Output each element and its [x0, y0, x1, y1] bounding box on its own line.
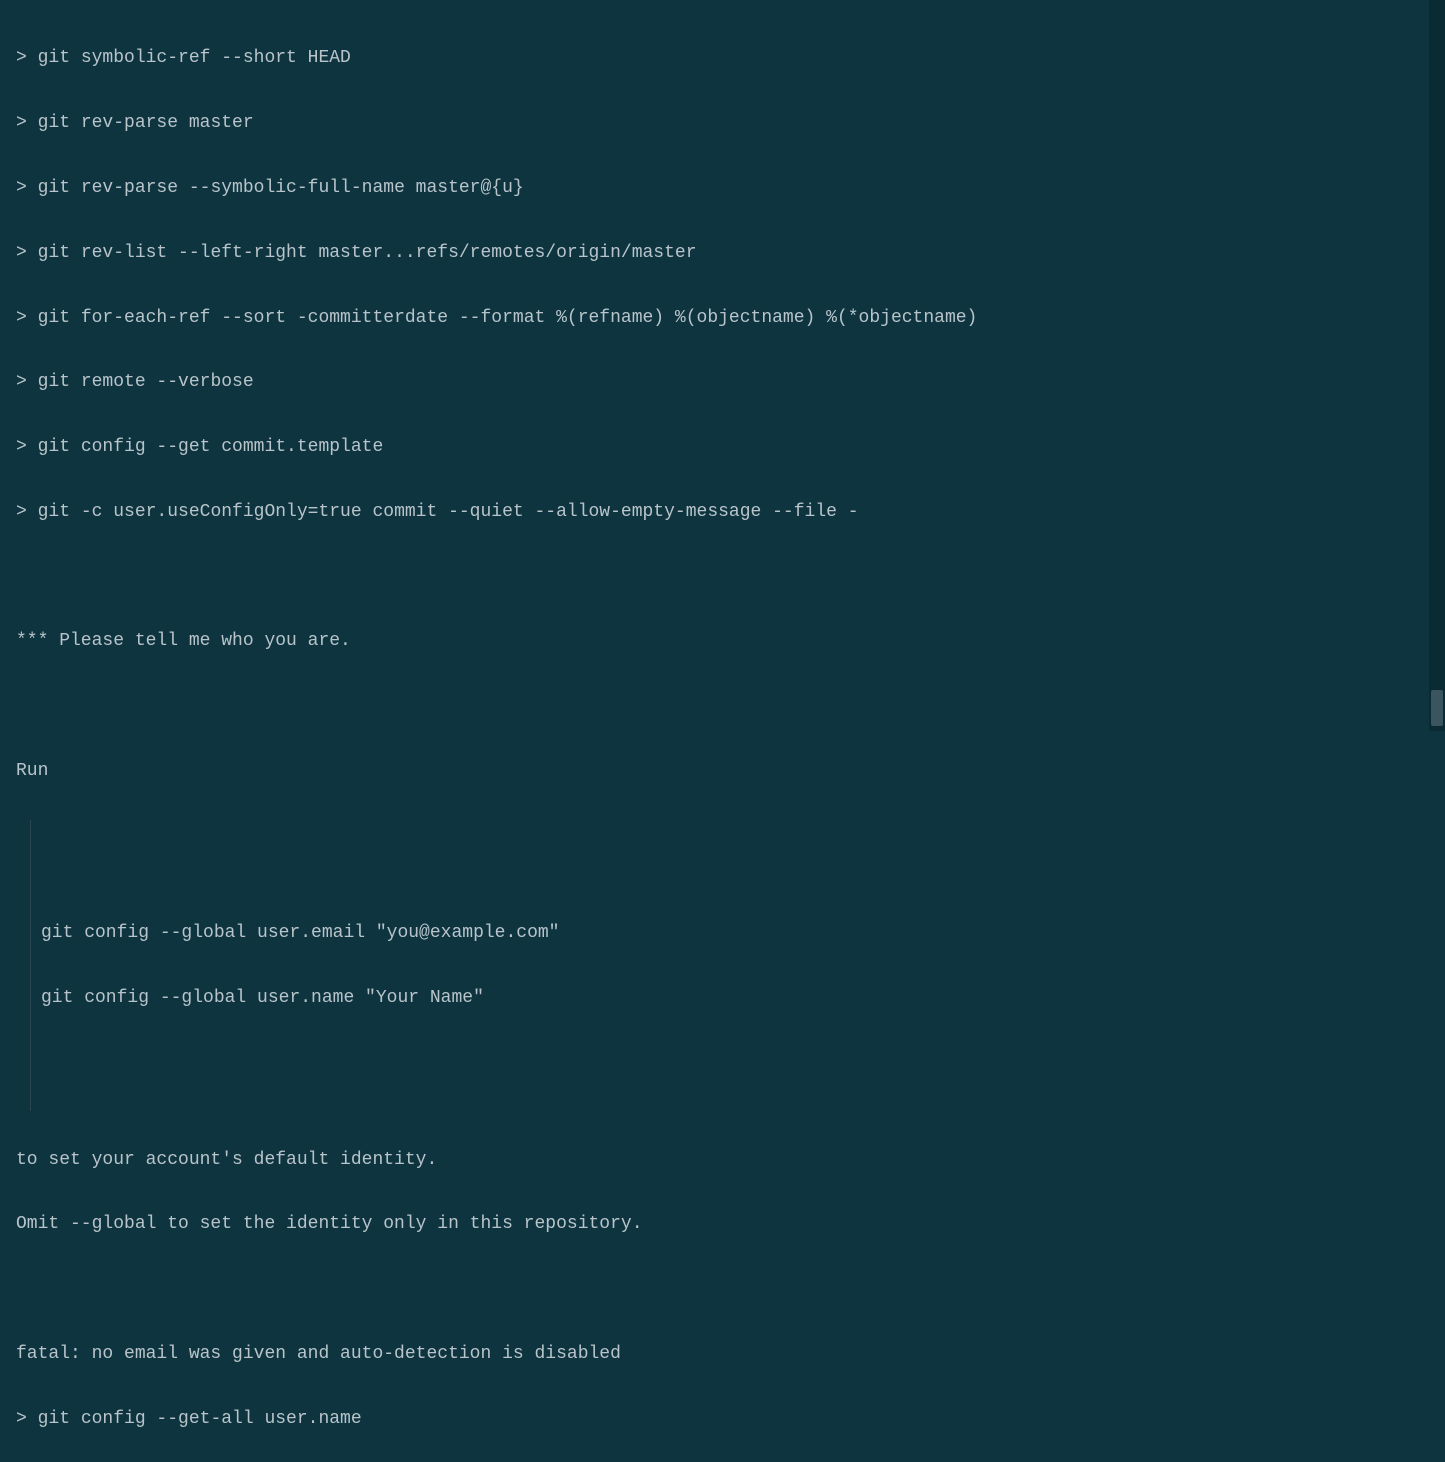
- command-text: git -c user.useConfigOnly=true commit --…: [38, 502, 859, 522]
- command-text: git config --get commit.template: [38, 437, 384, 457]
- command-text: git remote --verbose: [38, 372, 254, 392]
- output-line: to set your account's default identity.: [16, 1144, 1429, 1176]
- blank-line: [16, 561, 1429, 593]
- prompt: >: [16, 308, 38, 328]
- blank-line: [31, 1047, 1429, 1079]
- output-line: Run: [16, 755, 1429, 787]
- prompt: >: [16, 437, 38, 457]
- command-text: git symbolic-ref --short HEAD: [38, 48, 351, 68]
- command-text: git rev-parse master: [38, 113, 254, 133]
- blank-line: [31, 852, 1429, 884]
- command-line: > git rev-parse master: [16, 107, 1429, 139]
- command-line: > git rev-list --left-right master...ref…: [16, 237, 1429, 269]
- command-text: git config --get-all user.name: [38, 1409, 362, 1429]
- prompt: >: [16, 48, 38, 68]
- command-text: git rev-parse --symbolic-full-name maste…: [38, 178, 524, 198]
- output-line: git config --global user.email "you@exam…: [31, 917, 1429, 949]
- output-line: Omit --global to set the identity only i…: [16, 1208, 1429, 1240]
- terminal-output[interactable]: > git symbolic-ref --short HEAD > git re…: [16, 10, 1429, 1462]
- command-text: git rev-list --left-right master...refs/…: [38, 243, 697, 263]
- prompt: >: [16, 243, 38, 263]
- prompt: >: [16, 502, 38, 522]
- command-line: > git config --get-all user.name: [16, 1403, 1429, 1435]
- prompt: >: [16, 178, 38, 198]
- prompt: >: [16, 372, 38, 392]
- output-line: git config --global user.name "Your Name…: [31, 982, 1429, 1014]
- output-line: fatal: no email was given and auto-detec…: [16, 1338, 1429, 1370]
- blank-line: [16, 1273, 1429, 1305]
- output-line: *** Please tell me who you are.: [16, 625, 1429, 657]
- command-line: > git symbolic-ref --short HEAD: [16, 42, 1429, 74]
- command-line: > git for-each-ref --sort -committerdate…: [16, 302, 1429, 334]
- command-line: > git remote --verbose: [16, 366, 1429, 398]
- command-line: > git rev-parse --symbolic-full-name mas…: [16, 172, 1429, 204]
- prompt: >: [16, 113, 38, 133]
- code-block: git config --global user.email "you@exam…: [30, 820, 1429, 1112]
- command-line: > git -c user.useConfigOnly=true commit …: [16, 496, 1429, 528]
- scrollbar-thumb[interactable]: [1431, 690, 1443, 726]
- blank-line: [16, 690, 1429, 722]
- command-text: git for-each-ref --sort -committerdate -…: [38, 308, 978, 328]
- prompt: >: [16, 1409, 38, 1429]
- scrollbar-track[interactable]: [1429, 0, 1445, 731]
- command-line: > git config --get commit.template: [16, 431, 1429, 463]
